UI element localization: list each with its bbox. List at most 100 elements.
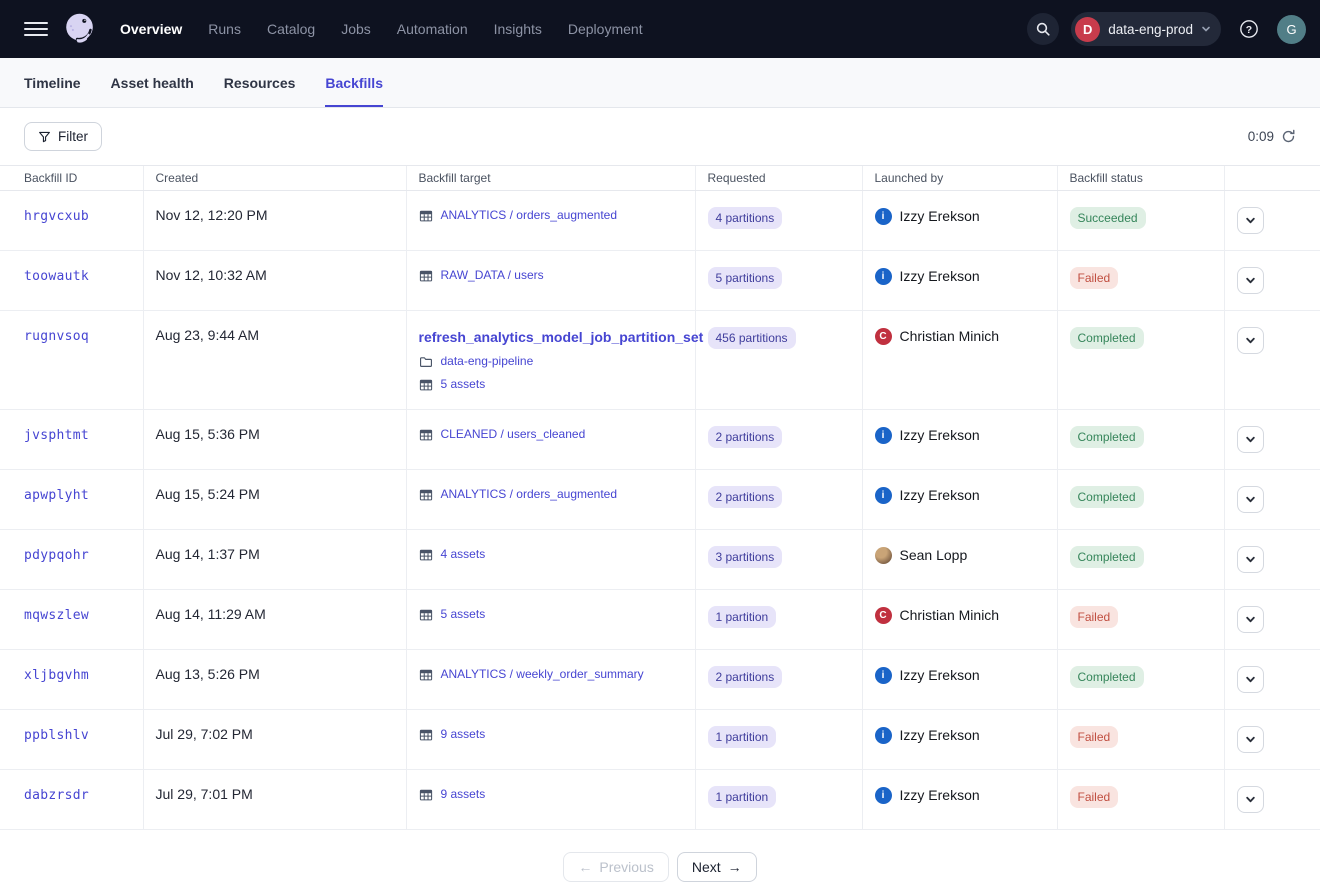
- refresh-icon[interactable]: [1281, 129, 1296, 144]
- nav-item-insights[interactable]: Insights: [484, 15, 552, 43]
- backfill-id-link[interactable]: ppblshlv: [24, 728, 89, 743]
- status-badge: Completed: [1070, 486, 1144, 508]
- table-row[interactable]: xljbgvhmAug 13, 5:26 PMANALYTICS / weekl…: [0, 650, 1320, 710]
- backfill-target-cell: ANALYTICS / weekly_order_summary: [406, 650, 695, 710]
- status-badge: Failed: [1070, 726, 1119, 748]
- table-row[interactable]: ppblshlvJul 29, 7:02 PM9 assets1 partiti…: [0, 710, 1320, 770]
- nav-item-runs[interactable]: Runs: [198, 15, 251, 43]
- tab-backfills[interactable]: Backfills: [325, 58, 383, 107]
- backfill-status-cell: Completed: [1057, 650, 1224, 710]
- row-actions-button[interactable]: [1237, 786, 1264, 813]
- row-actions-button[interactable]: [1237, 486, 1264, 513]
- backfill-id-link[interactable]: xljbgvhm: [24, 668, 89, 683]
- next-page-button[interactable]: Next →: [677, 852, 757, 882]
- top-navbar: OverviewRunsCatalogJobsAutomationInsight…: [0, 0, 1320, 58]
- backfill-id-link[interactable]: dabzrsdr: [24, 788, 89, 803]
- backfill-id-link[interactable]: hrgvcxub: [24, 209, 89, 224]
- target-asset-link[interactable]: CLEANED / users_cleaned: [441, 426, 586, 443]
- target-asset-link[interactable]: data-eng-pipeline: [441, 353, 534, 370]
- column-header-backfill-target: Backfill target: [406, 166, 695, 191]
- backfill-id-cell: jvsphtmt: [0, 410, 143, 470]
- asset-table-icon: [419, 428, 433, 442]
- created-cell: Jul 29, 7:01 PM: [143, 770, 406, 830]
- hamburger-menu-icon[interactable]: [16, 9, 56, 49]
- nav-item-catalog[interactable]: Catalog: [257, 15, 325, 43]
- requested-partitions-badge: 1 partition: [708, 606, 777, 628]
- target-asset-link[interactable]: ANALYTICS / orders_augmented: [441, 207, 618, 224]
- search-icon[interactable]: [1027, 13, 1059, 45]
- target-asset-link[interactable]: ANALYTICS / orders_augmented: [441, 486, 618, 503]
- row-actions-button[interactable]: [1237, 267, 1264, 294]
- filter-button-label: Filter: [58, 129, 88, 144]
- target-job-link[interactable]: refresh_analytics_model_job_partition_se…: [419, 327, 704, 347]
- nav-item-overview[interactable]: Overview: [110, 15, 192, 43]
- backfill-id-link[interactable]: rugnvsoq: [24, 329, 89, 344]
- table-row[interactable]: pdypqohrAug 14, 1:37 PM4 assets3 partiti…: [0, 530, 1320, 590]
- backfill-id-link[interactable]: mqwszlew: [24, 608, 89, 623]
- created-timestamp: Aug 23, 9:44 AM: [156, 327, 260, 343]
- table-row[interactable]: dabzrsdrJul 29, 7:01 PM9 assets1 partiti…: [0, 770, 1320, 830]
- user-name: Izzy Erekson: [900, 486, 980, 504]
- actions-cell: [1224, 710, 1320, 770]
- row-actions-button[interactable]: [1237, 726, 1264, 753]
- dagster-logo-icon[interactable]: [58, 7, 102, 51]
- row-actions-button[interactable]: [1237, 666, 1264, 693]
- backfill-id-link[interactable]: pdypqohr: [24, 548, 89, 563]
- created-cell: Aug 14, 11:29 AM: [143, 590, 406, 650]
- user-avatar-icon: [875, 547, 892, 564]
- actions-cell: [1224, 251, 1320, 311]
- launched-by-user: iIzzy Erekson: [875, 207, 1045, 225]
- requested-partitions-badge: 456 partitions: [708, 327, 796, 349]
- backfill-id-cell: apwplyht: [0, 470, 143, 530]
- actions-cell: [1224, 470, 1320, 530]
- target-asset-link[interactable]: 5 assets: [441, 376, 486, 393]
- filter-button[interactable]: Filter: [24, 122, 102, 151]
- target-asset-link[interactable]: 9 assets: [441, 726, 486, 743]
- tab-resources[interactable]: Resources: [224, 58, 296, 107]
- nav-item-automation[interactable]: Automation: [387, 15, 478, 43]
- table-row[interactable]: mqwszlew Aug 14, 11:29 AM 5 assets 1 partit…: [0, 590, 1320, 650]
- backfill-status-cell: Failed: [1057, 770, 1224, 830]
- tab-timeline[interactable]: Timeline: [24, 58, 81, 107]
- table-row[interactable]: rugnvsoq Aug 23, 9:44 AM refresh_analytics…: [0, 311, 1320, 410]
- column-header-requested: Requested: [695, 166, 862, 191]
- launched-by-user: CChristian Minich: [875, 606, 1045, 624]
- row-actions-button[interactable]: [1237, 426, 1264, 453]
- requested-cell: 3 partitions: [695, 530, 862, 590]
- requested-cell: 4 partitions: [695, 191, 862, 251]
- filter-funnel-icon: [38, 130, 51, 143]
- actions-cell: [1224, 530, 1320, 590]
- launched-by-cell: CChristian Minich: [862, 311, 1057, 410]
- target-asset-link[interactable]: RAW_DATA / users: [441, 267, 544, 284]
- target-asset-link[interactable]: 9 assets: [441, 786, 486, 803]
- launched-by-cell: iIzzy Erekson: [862, 410, 1057, 470]
- backfill-id-link[interactable]: apwplyht: [24, 488, 89, 503]
- target-asset-link[interactable]: 5 assets: [441, 606, 486, 623]
- backfill-target-cell: 9 assets: [406, 710, 695, 770]
- backfill-id-link[interactable]: toowautk: [24, 269, 89, 284]
- row-actions-button[interactable]: [1237, 546, 1264, 573]
- backfill-status-cell: Completed: [1057, 530, 1224, 590]
- target-asset-link[interactable]: ANALYTICS / weekly_order_summary: [441, 666, 644, 683]
- backfill-id-link[interactable]: jvsphtmt: [24, 428, 89, 443]
- previous-page-button[interactable]: ← Previous: [563, 852, 668, 882]
- table-row[interactable]: apwplyhtAug 15, 5:24 PMANALYTICS / order…: [0, 470, 1320, 530]
- backfill-status-cell: Failed: [1057, 590, 1224, 650]
- row-actions-button[interactable]: [1237, 327, 1264, 354]
- nav-item-jobs[interactable]: Jobs: [331, 15, 381, 43]
- target-asset-link[interactable]: 4 assets: [441, 546, 486, 563]
- help-icon[interactable]: ?: [1233, 13, 1265, 45]
- table-row[interactable]: jvsphtmt Aug 15, 5:36 PM CLEANED / users_c…: [0, 410, 1320, 470]
- asset-table-icon: [419, 209, 433, 223]
- row-actions-button[interactable]: [1237, 207, 1264, 234]
- row-actions-button[interactable]: [1237, 606, 1264, 633]
- table-row[interactable]: toowautkNov 12, 10:32 AMRAW_DATA / users…: [0, 251, 1320, 311]
- deployment-switcher[interactable]: D data-eng-prod: [1071, 12, 1221, 46]
- user-avatar[interactable]: G: [1277, 15, 1306, 44]
- created-timestamp: Aug 15, 5:36 PM: [156, 426, 260, 442]
- user-name: Christian Minich: [900, 606, 1000, 624]
- table-row[interactable]: hrgvcxubNov 12, 12:20 PMANALYTICS / orde…: [0, 191, 1320, 251]
- nav-item-deployment[interactable]: Deployment: [558, 15, 653, 43]
- user-name: Izzy Erekson: [900, 267, 980, 285]
- tab-asset-health[interactable]: Asset health: [111, 58, 194, 107]
